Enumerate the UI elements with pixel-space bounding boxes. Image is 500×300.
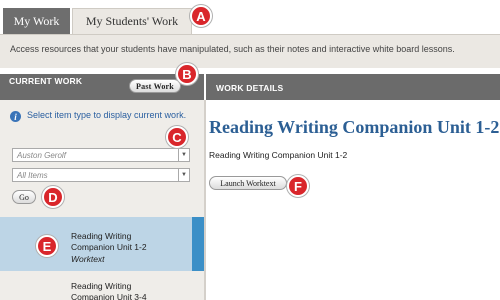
callout-marker-a: A (190, 5, 212, 27)
go-button[interactable]: Go (12, 190, 36, 204)
item-type-select[interactable]: All Items ▼ (12, 168, 190, 182)
work-details-title: Work Details (216, 83, 284, 93)
work-title: Reading Writing Companion Unit 1-2 (209, 117, 500, 137)
work-details-header: Work Details (206, 74, 500, 100)
current-work-header: Current Work Past Work (0, 74, 204, 100)
tab-my-students-work[interactable]: My Students' Work (72, 8, 192, 34)
list-item-selected[interactable]: Reading Writing Companion Unit 1-2 Workt… (0, 217, 204, 271)
item-type-select-value: All Items (17, 171, 48, 180)
tab-bar: My Work My Students' Work (0, 0, 500, 34)
student-select[interactable]: Auston Gerolf ▼ (12, 148, 190, 162)
description-text: Access resources that your students have… (10, 44, 455, 54)
callout-marker-d: D (42, 186, 64, 208)
current-work-title: Current Work (9, 76, 83, 86)
list-item-title-line2: Companion Unit 1-2 (71, 242, 147, 252)
past-work-button[interactable]: Past Work (129, 79, 181, 93)
student-select-value: Auston Gerolf (17, 151, 66, 160)
tab-my-work[interactable]: My Work (3, 8, 70, 34)
callout-marker-f: F (287, 175, 309, 197)
info-row: i Select item type to display current wo… (10, 109, 190, 122)
callout-marker-c: C (166, 126, 188, 148)
info-text: Select item type to display current work… (27, 110, 187, 120)
chevron-down-icon: ▼ (178, 169, 189, 181)
callout-marker-e: E (36, 235, 58, 257)
list-item[interactable]: Reading Writing Companion Unit 3-4 (0, 275, 204, 300)
page-description: Access resources that your students have… (0, 34, 500, 68)
chevron-down-icon: ▼ (178, 149, 189, 161)
info-icon: i (10, 111, 21, 122)
list-item-title-line2: Companion Unit 3-4 (71, 292, 147, 300)
work-subtitle: Reading Writing Companion Unit 1-2 (209, 150, 348, 160)
work-details-panel: Reading Writing Companion Unit 1-2 Readi… (206, 100, 500, 300)
callout-marker-b: B (176, 63, 198, 85)
launch-worktext-button[interactable]: Launch Worktext (209, 176, 287, 190)
list-item-title-line1: Reading Writing (71, 281, 132, 291)
list-item-title-line1: Reading Writing (71, 231, 132, 241)
list-item-type: Worktext (71, 254, 105, 264)
